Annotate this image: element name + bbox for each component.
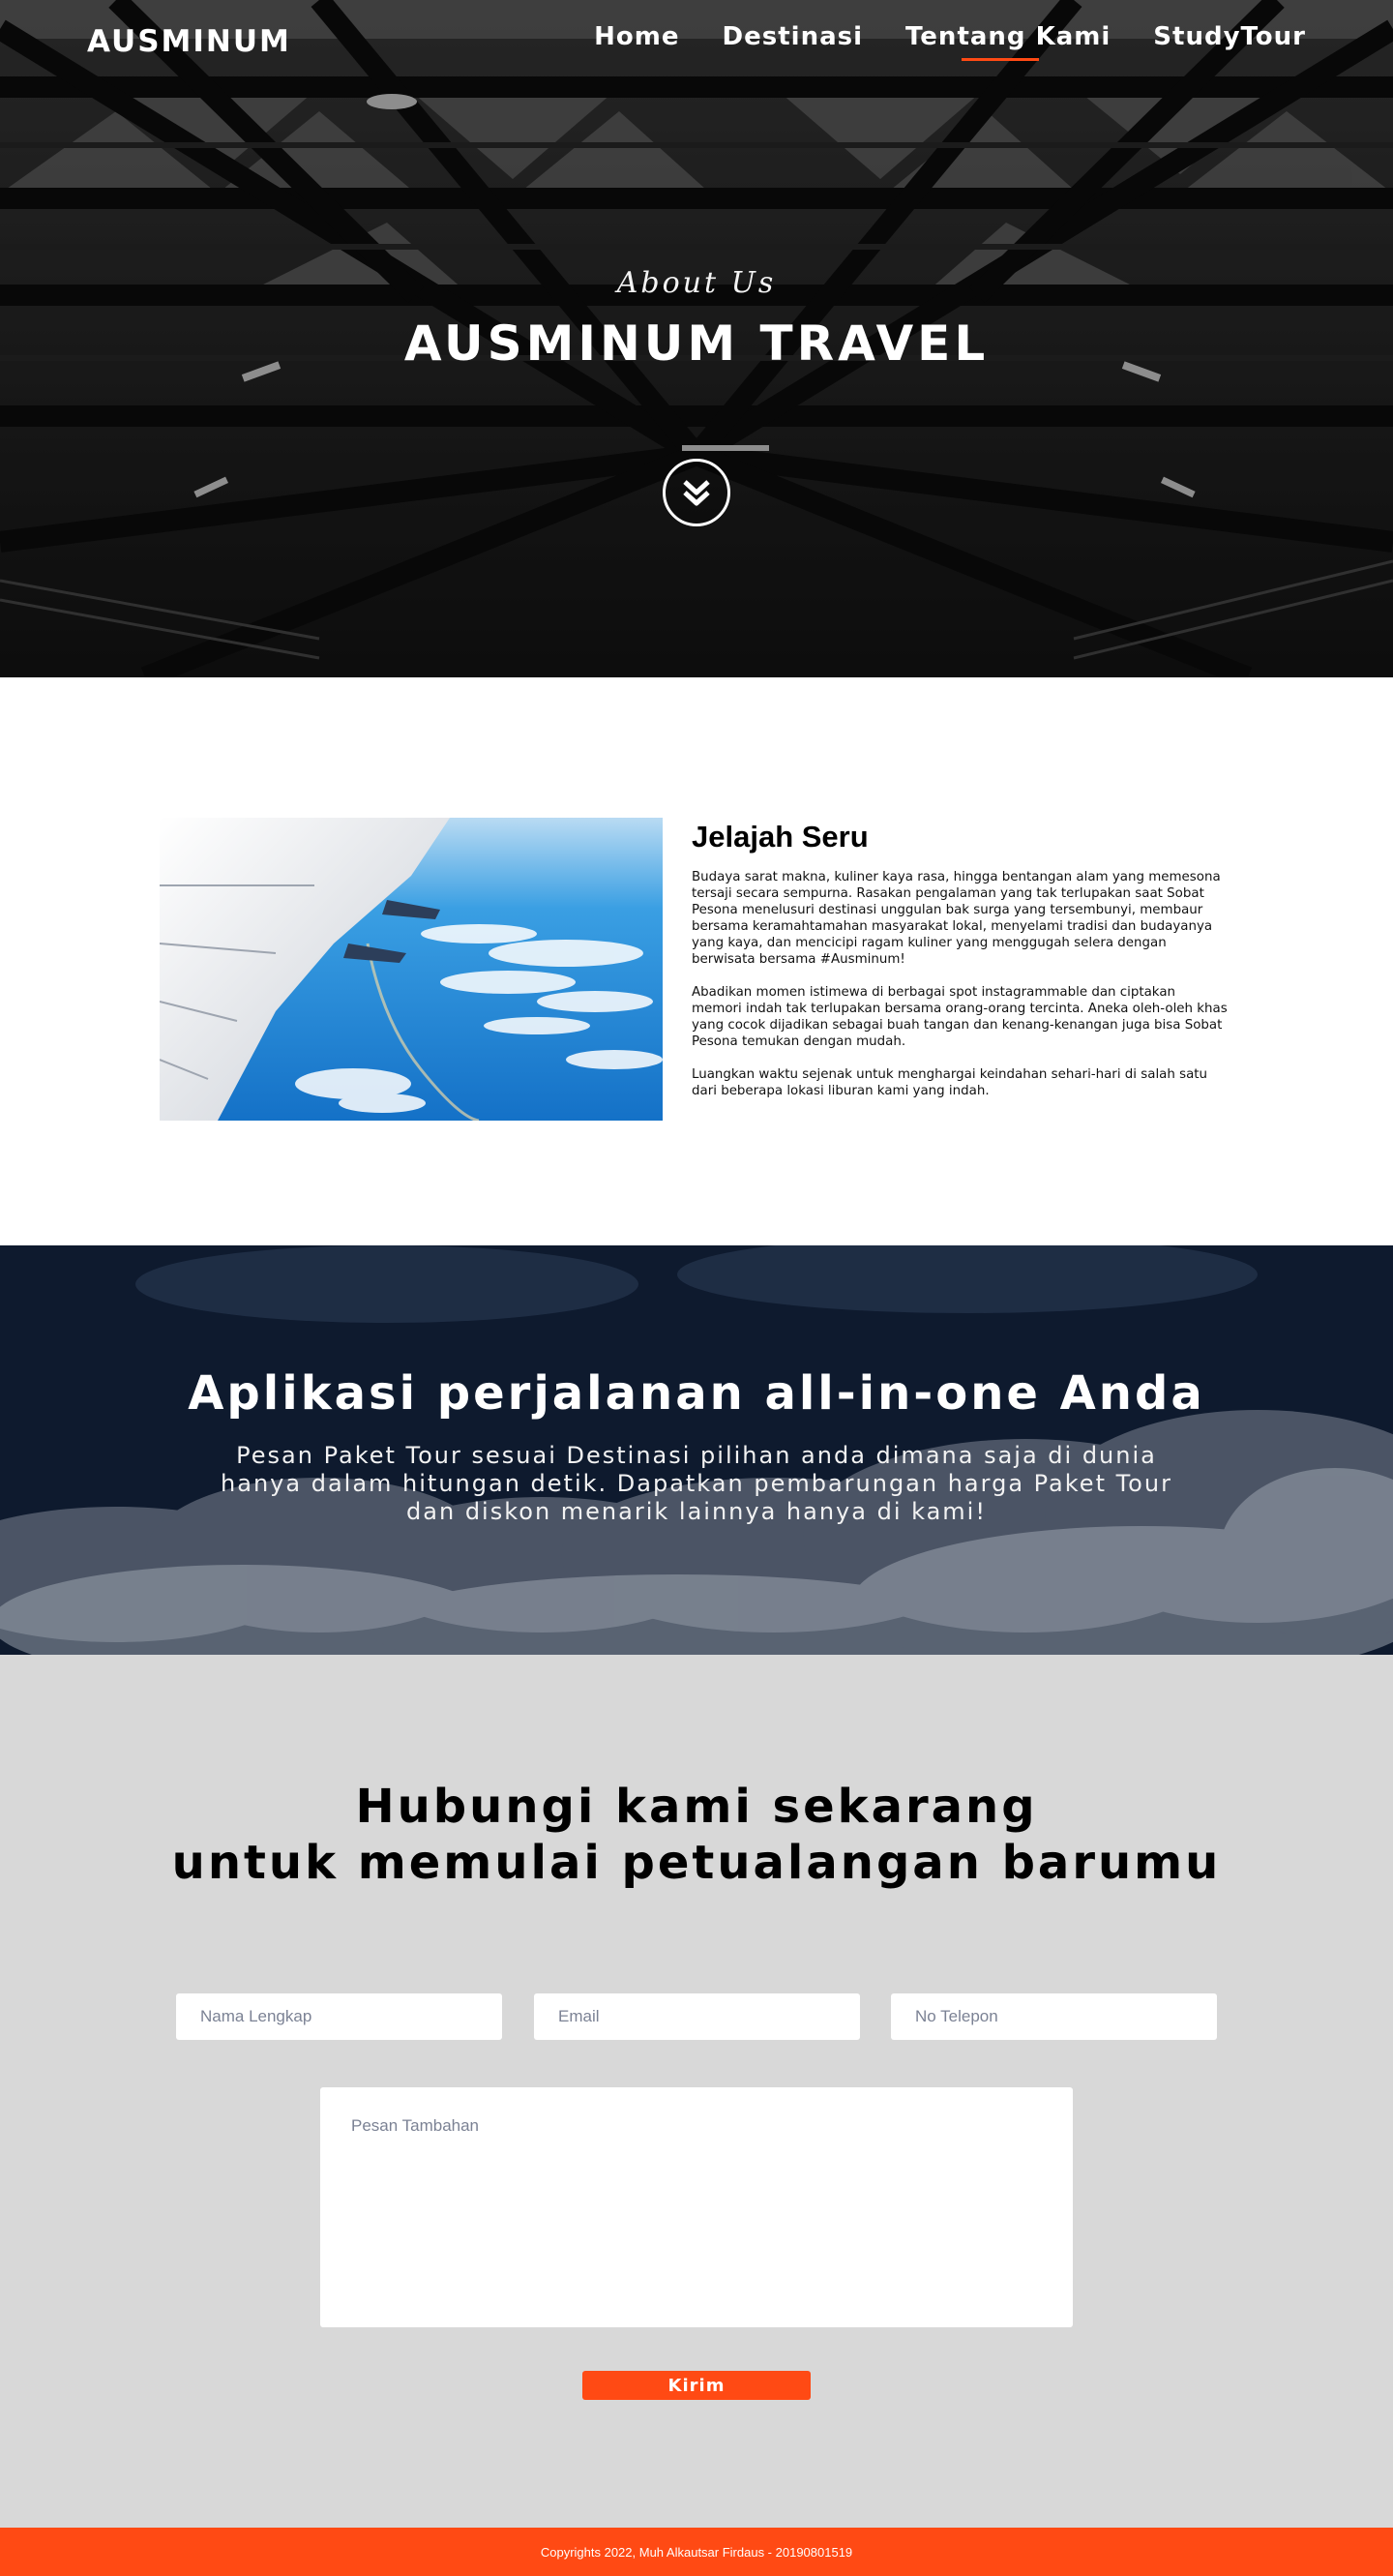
contact-section: Hubungi kami sekarang untuk memulai petu…	[0, 1655, 1393, 2528]
scroll-down-button[interactable]	[663, 459, 730, 526]
phone-input[interactable]	[891, 1993, 1217, 2040]
app-banner-section: Aplikasi perjalanan all-in-one Anda Pesa…	[0, 1245, 1393, 1655]
contact-title-line-2: untuk memulai petualangan barumu	[171, 1836, 1222, 1890]
brand-logo[interactable]: AUSMINUM	[87, 24, 291, 59]
contact-title: Hubungi kami sekarang untuk memulai petu…	[0, 1779, 1393, 1891]
nav-link-home[interactable]: Home	[594, 22, 679, 61]
message-textarea[interactable]	[320, 2087, 1073, 2327]
about-title: Jelajah Seru	[692, 820, 869, 854]
about-section: Jelajah Seru Budaya sarat makna, kuliner…	[0, 677, 1393, 1245]
nav-link-studytour[interactable]: StudyTour	[1153, 22, 1306, 61]
main-navigation: AUSMINUM Home Destinasi Tentang Kami Stu…	[0, 0, 1393, 83]
hero-content: About Us AUSMINUM TRAVEL	[0, 266, 1393, 372]
hero-eyebrow: About Us	[616, 266, 777, 300]
nav-item-destinasi: Destinasi	[723, 22, 863, 61]
about-text: Jelajah Seru Budaya sarat makna, kuliner…	[692, 818, 1229, 1116]
airplane-wing-photo	[160, 818, 663, 1121]
about-paragraph-1: Budaya sarat makna, kuliner kaya rasa, h…	[692, 870, 1221, 967]
nav-link-destinasi[interactable]: Destinasi	[723, 22, 863, 61]
contact-title-line-1: Hubungi kami sekarang	[355, 1780, 1038, 1834]
email-input[interactable]	[534, 1993, 860, 2040]
hero-title: AUSMINUM TRAVEL	[403, 315, 990, 372]
banner-description: Pesan Paket Tour sesuai Destinasi piliha…	[221, 1442, 1172, 1525]
about-image	[160, 818, 663, 1121]
about-paragraph-3: Luangkan waktu sejenak untuk menghargai …	[692, 1067, 1208, 1098]
banner-content: Aplikasi perjalanan all-in-one Anda Pesa…	[0, 1366, 1393, 1526]
chevron-double-down-icon	[683, 480, 710, 506]
nav-menu: Home Destinasi Tentang Kami StudyTour	[594, 22, 1306, 61]
nav-item-home: Home	[594, 22, 679, 61]
footer: Copyrights 2022, Muh Alkautsar Firdaus -…	[0, 2528, 1393, 2576]
nav-link-tentang-kami[interactable]: Tentang Kami	[905, 22, 1111, 61]
footer-copyright: Copyrights 2022, Muh Alkautsar Firdaus -…	[540, 2544, 853, 2560]
about-paragraph-2: Abadikan momen istimewa di berbagai spot…	[692, 985, 1228, 1049]
submit-button[interactable]: Kirim	[582, 2371, 811, 2400]
banner-title: Aplikasi perjalanan all-in-one Anda	[188, 1366, 1205, 1421]
nav-item-tentang-kami: Tentang Kami	[905, 22, 1111, 61]
nav-item-studytour: StudyTour	[1153, 22, 1306, 61]
hero-section: AUSMINUM Home Destinasi Tentang Kami Stu…	[0, 0, 1393, 677]
name-input[interactable]	[176, 1993, 502, 2040]
